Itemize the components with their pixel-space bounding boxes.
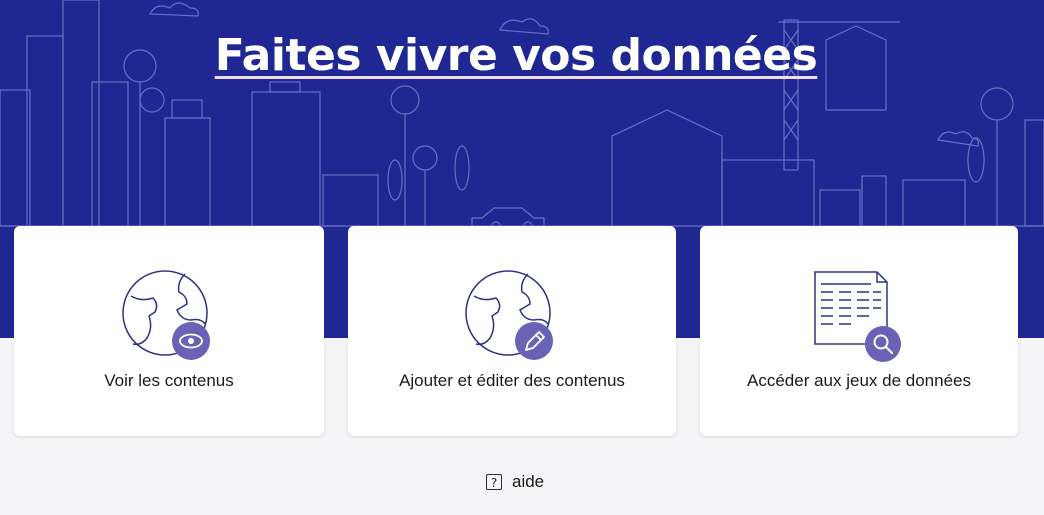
globe-pencil-icon xyxy=(464,268,560,369)
card-add-edit-content[interactable]: Ajouter et éditer des contenus xyxy=(348,226,676,436)
card-label: Accéder aux jeux de données xyxy=(747,371,971,390)
help-label: aide xyxy=(512,472,545,491)
question-icon: ? xyxy=(486,474,502,490)
globe-eye-icon xyxy=(121,268,217,369)
card-label: Voir les contenus xyxy=(104,371,234,390)
page-title: Faites vivre vos données xyxy=(214,30,818,81)
help-link[interactable]: ? aide xyxy=(486,472,544,492)
card-view-content[interactable]: Voir les contenus xyxy=(14,226,324,436)
card-access-datasets[interactable]: Accéder aux jeux de données xyxy=(700,226,1018,436)
spreadsheet-search-icon xyxy=(811,268,907,369)
card-label: Ajouter et éditer des contenus xyxy=(399,371,625,390)
